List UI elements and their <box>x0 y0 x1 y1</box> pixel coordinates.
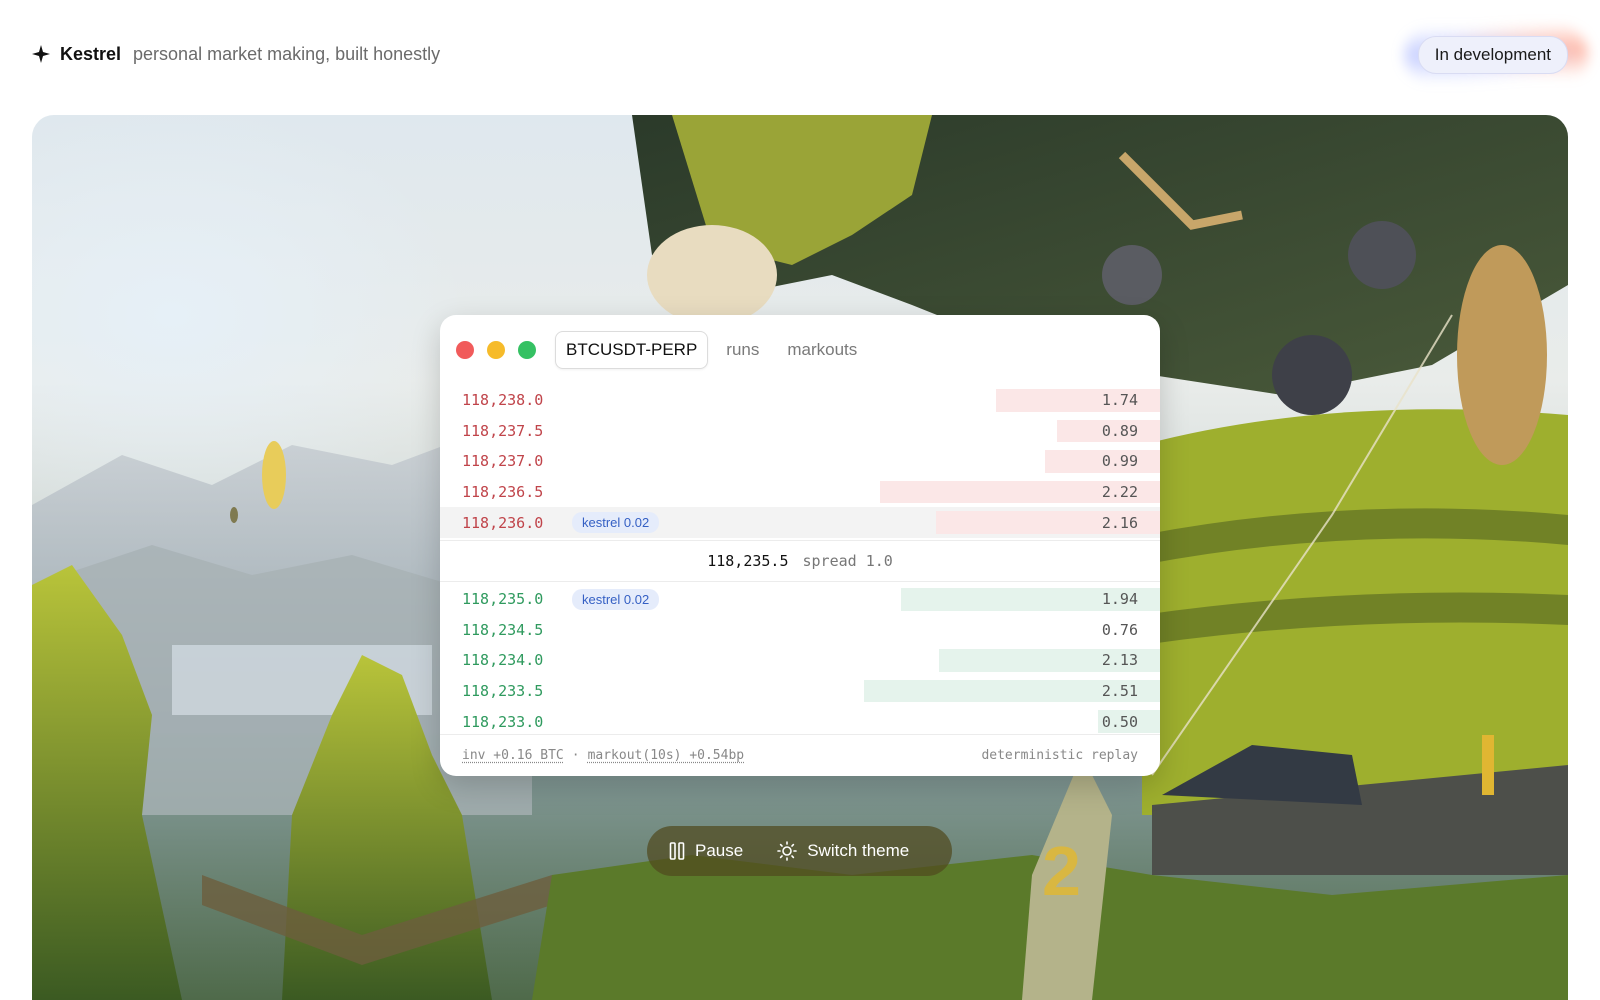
switch-theme-button[interactable]: Switch theme <box>777 841 909 861</box>
tab-markouts[interactable]: markouts <box>777 332 867 368</box>
order-book: 118,238.0 1.74 118,237.5 0.89 118,237.0 … <box>440 385 1160 737</box>
ask-price: 118,237.0 <box>462 452 544 471</box>
bid-row: 118,233.0 0.50 <box>440 706 1160 737</box>
bid-price: 118,233.0 <box>462 712 544 731</box>
mid-price-row: 118,235.5 spread 1.0 <box>440 539 1160 582</box>
tagline: personal market making, built honestly <box>133 43 441 64</box>
bid-row: 118,234.0 2.13 <box>440 645 1160 676</box>
site-header: Kestrel personal market making, built ho… <box>32 36 440 72</box>
bid-size: 2.13 <box>1101 651 1138 670</box>
bid-price: 118,235.0 <box>462 590 544 609</box>
bid-size: 0.50 <box>1101 712 1138 731</box>
minimize-window-button[interactable] <box>487 341 505 359</box>
ask-size: 0.99 <box>1101 452 1138 471</box>
mid-price: 118,235.5 <box>707 551 789 570</box>
ask-price: 118,236.0 <box>462 513 544 532</box>
bid-price: 118,234.5 <box>462 620 544 639</box>
ask-size: 2.22 <box>1101 483 1138 502</box>
kestrel-quote-badge: kestrel 0.02 <box>572 588 660 610</box>
pause-label: Pause <box>695 841 744 860</box>
ask-size: 0.89 <box>1101 421 1138 440</box>
order-book-window: BTCUSDT-PERP runs markouts 118,238.0 1.7… <box>440 315 1160 776</box>
footer-separator: · <box>571 748 580 763</box>
ask-size: 1.74 <box>1101 391 1138 410</box>
bid-row: 118,233.5 2.51 <box>440 676 1160 707</box>
close-window-button[interactable] <box>456 341 474 359</box>
inventory-stat[interactable]: inv +0.16 BTC <box>462 748 564 763</box>
ask-row: 118,236.5 2.22 <box>440 477 1160 508</box>
pause-button[interactable]: Pause <box>669 841 743 861</box>
status-badge-wrapper: In development <box>1403 26 1588 84</box>
tab-runs[interactable]: runs <box>716 332 769 368</box>
sun-icon <box>777 841 798 861</box>
tab-btcusdt-perp[interactable]: BTCUSDT-PERP <box>555 331 709 369</box>
bid-size: 1.94 <box>1101 590 1138 609</box>
window-titlebar: BTCUSDT-PERP runs markouts <box>440 315 1160 385</box>
ask-row-own-quote: 118,236.0 kestrel 0.02 2.16 <box>440 507 1160 538</box>
panel-footer: inv +0.16 BTC · markout(10s) +0.54bp det… <box>440 734 1160 776</box>
ask-row: 118,238.0 1.74 <box>440 385 1160 416</box>
kestrel-quote-badge: kestrel 0.02 <box>572 512 660 534</box>
playback-controls: Pause Switch theme <box>647 826 952 876</box>
ask-size: 2.16 <box>1101 513 1138 532</box>
brand-name[interactable]: Kestrel <box>60 44 121 65</box>
ask-price: 118,237.5 <box>462 421 544 440</box>
markout-stat[interactable]: markout(10s) +0.54bp <box>588 748 745 763</box>
ask-price: 118,236.5 <box>462 483 544 502</box>
bid-size: 2.51 <box>1101 682 1138 701</box>
bid-price: 118,233.5 <box>462 682 544 701</box>
svg-text:2: 2 <box>1042 832 1081 910</box>
switch-theme-label: Switch theme <box>807 841 910 860</box>
pause-icon <box>669 842 685 860</box>
bid-price: 118,234.0 <box>462 651 544 670</box>
ask-price: 118,238.0 <box>462 391 544 410</box>
bid-row: 118,234.5 0.76 <box>440 615 1160 646</box>
status-badge: In development <box>1417 36 1568 74</box>
sparkle-icon <box>32 45 50 63</box>
replay-mode-label: deterministic replay <box>981 748 1138 763</box>
bid-row-own-quote: 118,235.0 kestrel 0.02 1.94 <box>440 584 1160 615</box>
maximize-window-button[interactable] <box>518 341 536 359</box>
spread-value: spread 1.0 <box>802 551 893 570</box>
ask-row: 118,237.0 0.99 <box>440 446 1160 477</box>
bid-size: 0.76 <box>1101 620 1138 639</box>
ask-row: 118,237.5 0.89 <box>440 416 1160 447</box>
